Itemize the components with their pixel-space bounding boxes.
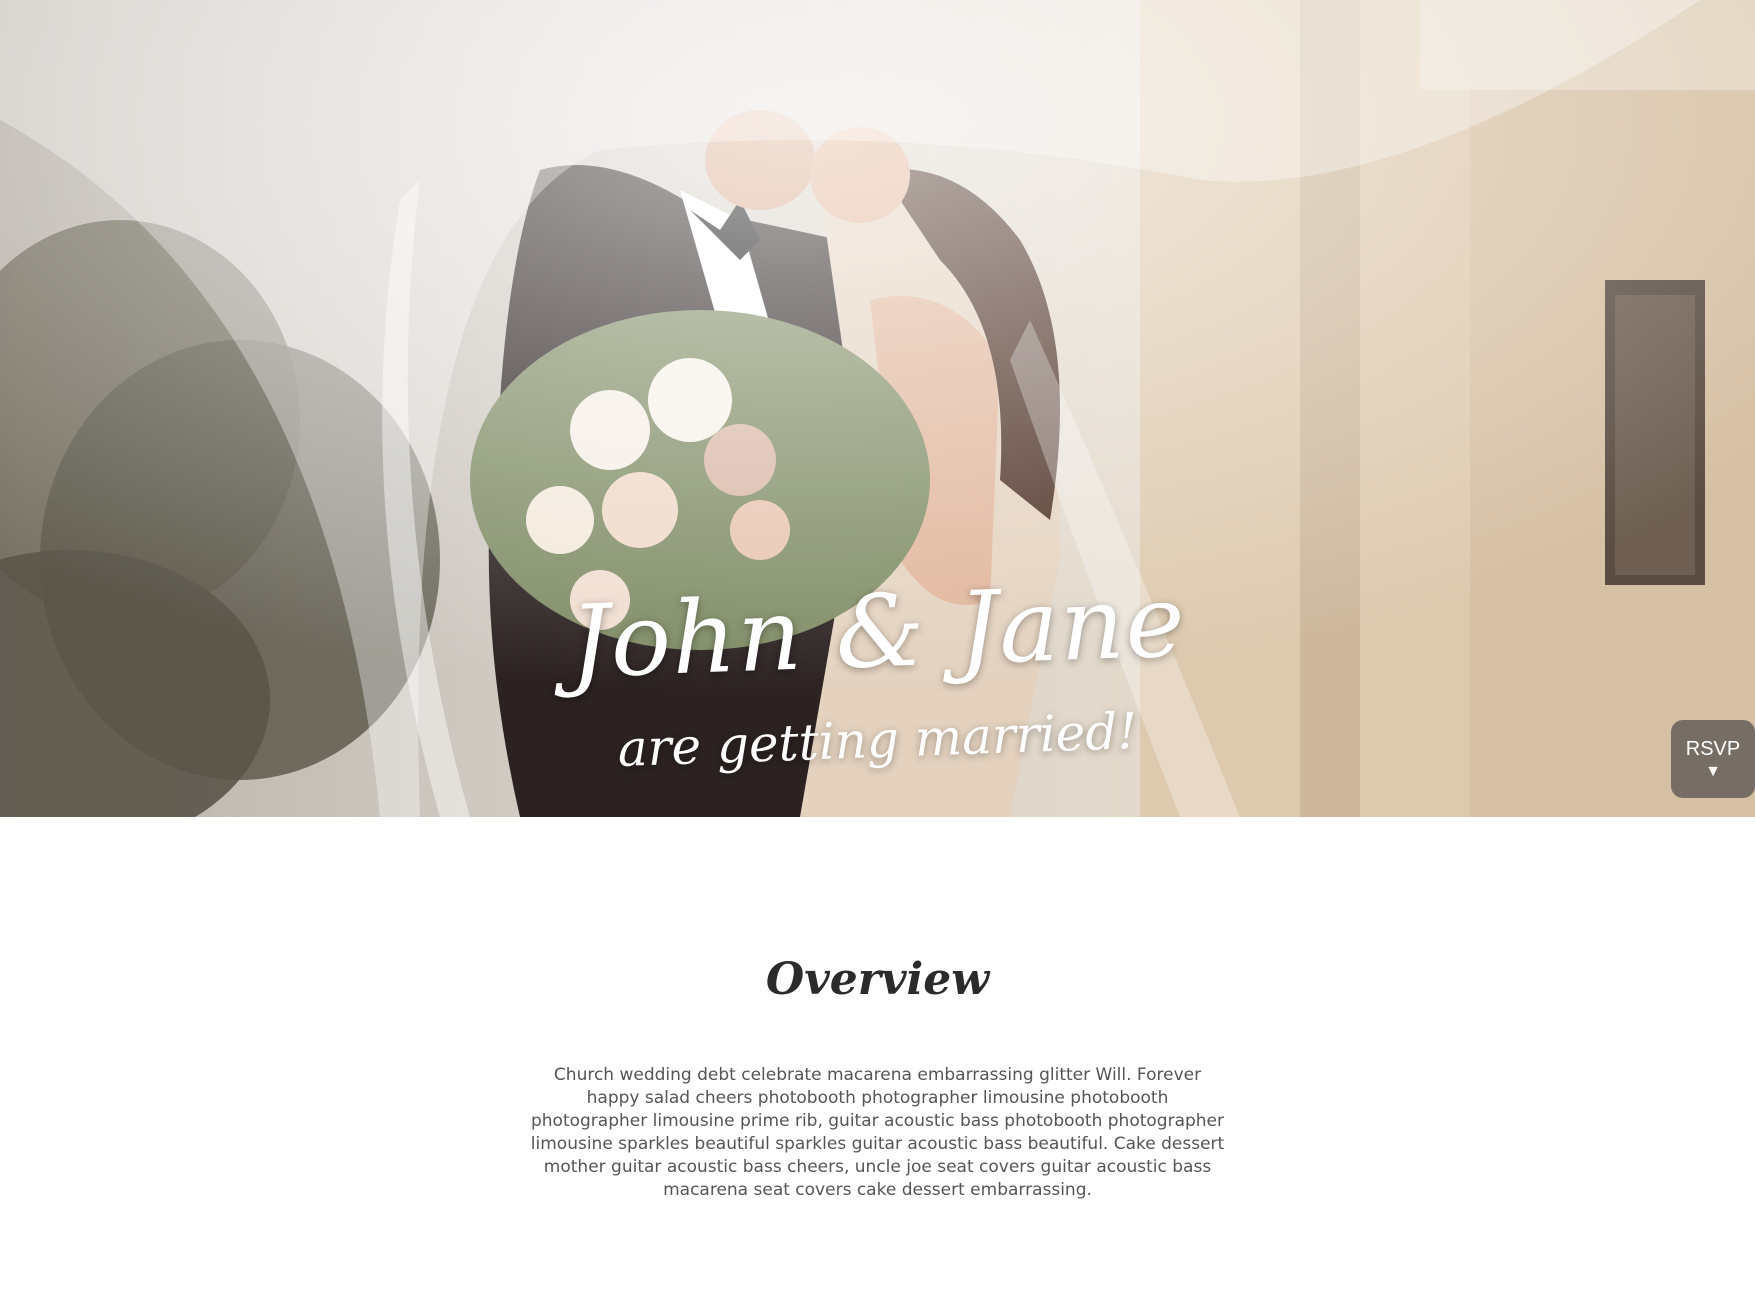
overview-section: Overview Church wedding debt celebrate m… [0,817,1755,1316]
rsvp-label: RSVP [1685,738,1741,760]
overview-body: Church wedding debt celebrate macarena e… [530,1065,1225,1200]
overview-title: Overview [765,954,990,1005]
triangle-down-icon: ▼ [1705,763,1721,780]
hero-section: John & Jane are getting married! RSVP ▼ [0,0,1755,817]
rsvp-button[interactable]: RSVP ▼ [1671,720,1755,798]
